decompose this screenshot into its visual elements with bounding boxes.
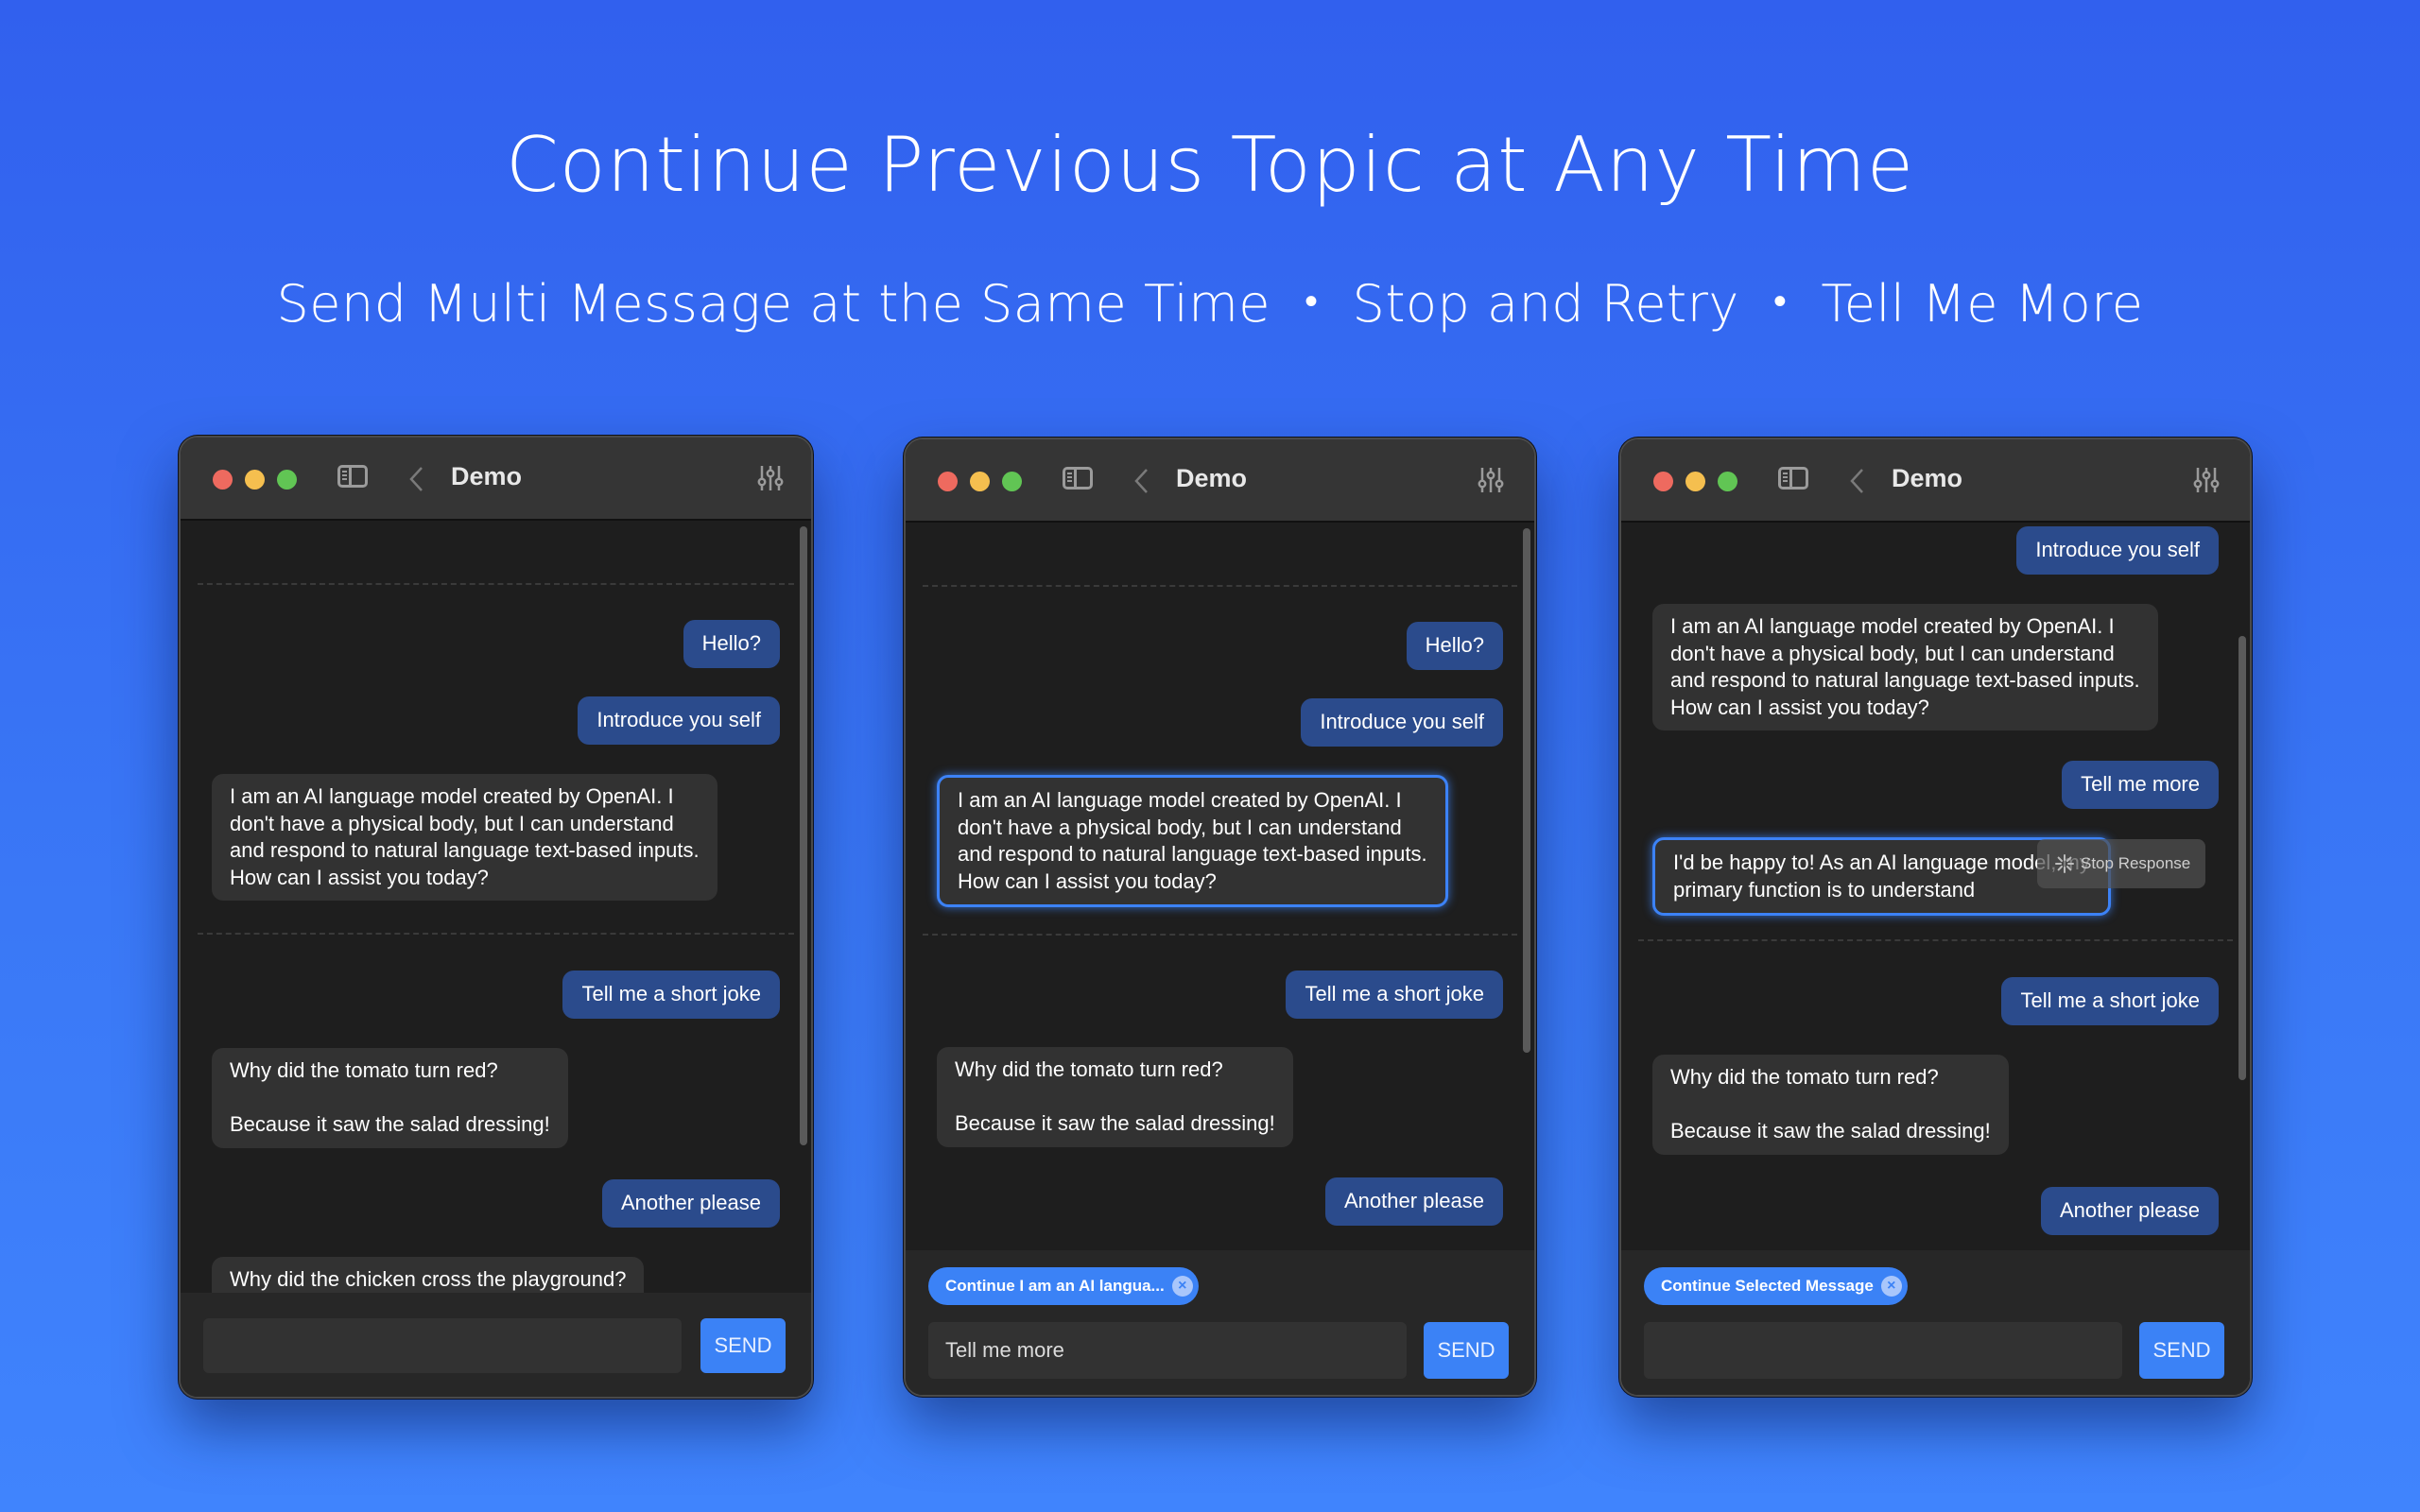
feature-tell-me-more: Tell Me More — [1821, 274, 2144, 334]
composer: Continue I am an AI langua... × SEND — [906, 1250, 1534, 1395]
user-message[interactable]: Tell me more — [2062, 761, 2219, 809]
feature-multi-message: Send Multi Message at the Same Time — [276, 274, 1271, 334]
user-message[interactable]: Introduce you self — [1301, 698, 1503, 747]
close-button[interactable] — [1653, 472, 1673, 491]
scrollbar[interactable] — [1523, 528, 1530, 1053]
window-title: Demo — [451, 462, 523, 490]
chip-close-icon[interactable]: × — [1171, 1276, 1193, 1297]
zoom-button[interactable] — [1002, 472, 1022, 491]
app-window-2: Demo Hello? Introduce you self I am an A… — [904, 438, 1536, 1397]
app-window-3: Demo Introduce you self I am an AI langu… — [1619, 438, 2252, 1397]
sidebar-toggle-icon[interactable] — [1063, 467, 1093, 490]
window-title: Demo — [1176, 464, 1248, 492]
message-input[interactable] — [203, 1318, 682, 1373]
send-button[interactable]: SEND — [1424, 1322, 1509, 1379]
stop-response-button[interactable]: Stop Response — [2037, 839, 2206, 888]
chat-area[interactable]: Hello? Introduce you self I am an AI lan… — [181, 521, 811, 1293]
chip-close-icon[interactable]: × — [1880, 1276, 1902, 1297]
divider — [198, 583, 794, 585]
titlebar: Demo — [1621, 439, 2250, 523]
send-button[interactable]: SEND — [700, 1318, 786, 1373]
back-chevron-icon[interactable] — [407, 466, 426, 492]
assistant-message[interactable]: Why did the chicken cross the playground… — [212, 1257, 645, 1293]
chat-area[interactable]: Introduce you self I am an AI language m… — [1621, 523, 2250, 1250]
close-button[interactable] — [938, 472, 958, 491]
user-message[interactable]: Tell me a short joke — [1286, 971, 1503, 1019]
continue-chip[interactable]: Continue Selected Message × — [1644, 1267, 1908, 1305]
titlebar: Demo — [181, 438, 811, 521]
user-message[interactable]: Introduce you self — [578, 696, 780, 745]
chip-label: Continue Selected Message — [1661, 1277, 1874, 1295]
message-input[interactable] — [1644, 1322, 2122, 1379]
zoom-button[interactable] — [277, 470, 297, 490]
divider — [1638, 939, 2233, 941]
send-button[interactable]: SEND — [2139, 1322, 2224, 1379]
minimize-button[interactable] — [245, 470, 265, 490]
titlebar: Demo — [906, 439, 1534, 523]
separator-dot: • — [1305, 280, 1319, 323]
composer: Continue Selected Message × SEND — [1621, 1250, 2250, 1395]
back-chevron-icon[interactable] — [1132, 468, 1151, 494]
assistant-message[interactable]: Why did the tomato turn red? Because it … — [1652, 1055, 2009, 1155]
continue-chip[interactable]: Continue I am an AI langua... × — [928, 1267, 1199, 1305]
user-message[interactable]: Tell me a short joke — [562, 971, 780, 1019]
stop-response-label: Stop Response — [2081, 854, 2191, 872]
minimize-button[interactable] — [970, 472, 990, 491]
scrollbar[interactable] — [800, 526, 807, 1145]
window-title: Demo — [1892, 464, 1963, 492]
spinner-icon — [2055, 854, 2074, 873]
sidebar-toggle-icon[interactable] — [1778, 467, 1808, 490]
sliders-icon[interactable] — [1478, 466, 1504, 494]
assistant-message[interactable]: I am an AI language model created by Ope… — [212, 774, 717, 901]
feature-stop-retry: Stop and Retry — [1352, 274, 1739, 334]
composer: SEND — [181, 1293, 811, 1397]
app-window-1: Demo Hello? Introduce you self I am an A… — [179, 436, 813, 1399]
headline: Continue Previous Topic at Any Time — [505, 121, 1915, 209]
chip-label: Continue I am an AI langua... — [945, 1277, 1165, 1295]
divider — [923, 934, 1517, 936]
divider — [198, 933, 794, 935]
close-button[interactable] — [213, 470, 233, 490]
feature-subline: Send Multi Message at the Same Time • Stop… — [0, 274, 2420, 334]
user-message[interactable]: Hello? — [683, 620, 780, 668]
chat-area[interactable]: Hello? Introduce you self I am an AI lan… — [906, 523, 1534, 1250]
back-chevron-icon[interactable] — [1848, 468, 1867, 494]
user-message[interactable]: Another please — [1325, 1177, 1503, 1226]
message-input[interactable] — [928, 1322, 1407, 1379]
scrollbar[interactable] — [2238, 636, 2246, 1080]
user-message[interactable]: Introduce you self — [2016, 526, 2219, 575]
assistant-message-selected[interactable]: I am an AI language model created by Ope… — [937, 775, 1448, 907]
user-message[interactable]: Hello? — [1406, 622, 1503, 670]
user-message[interactable]: Another please — [2041, 1187, 2219, 1235]
sidebar-toggle-icon[interactable] — [337, 465, 368, 488]
minimize-button[interactable] — [1685, 472, 1705, 491]
user-message[interactable]: Tell me a short joke — [2001, 977, 2219, 1025]
assistant-message[interactable]: Why did the tomato turn red? Because it … — [212, 1048, 568, 1148]
zoom-button[interactable] — [1718, 472, 1737, 491]
divider — [923, 585, 1517, 587]
sliders-icon[interactable] — [2193, 466, 2220, 494]
separator-dot: • — [1772, 280, 1788, 323]
assistant-message[interactable]: Why did the tomato turn red? Because it … — [937, 1047, 1293, 1147]
sliders-icon[interactable] — [757, 464, 784, 492]
user-message[interactable]: Another please — [602, 1179, 780, 1228]
assistant-message[interactable]: I am an AI language model created by Ope… — [1652, 604, 2158, 730]
